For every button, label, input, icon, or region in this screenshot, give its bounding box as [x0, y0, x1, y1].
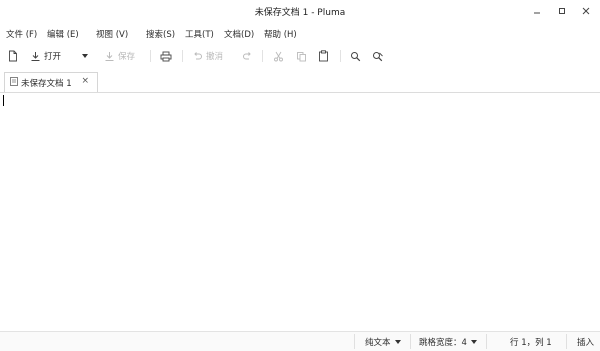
menu-tools[interactable]: 工具(T)	[185, 28, 214, 40]
menu-view[interactable]: 视图 (V)	[96, 28, 128, 40]
tab-label: 未保存文档 1	[21, 78, 72, 89]
window-title: 未保存文档 1 - Pluma	[254, 8, 346, 18]
toolbar-separator	[262, 50, 263, 62]
redo-icon	[242, 51, 253, 62]
undo-label: 撤消	[206, 52, 224, 62]
insert-mode: 插入	[577, 338, 595, 348]
close-icon[interactable]	[578, 3, 594, 19]
menu-edit[interactable]: 编辑 (E)	[47, 28, 79, 40]
title-bar: 未保存文档 1 - Pluma	[0, 0, 600, 22]
redo-button[interactable]	[242, 48, 253, 64]
undo-button[interactable]: 撤消	[192, 48, 223, 64]
toolbar-separator	[340, 50, 341, 62]
cursor-position: 行 1，列 1	[510, 338, 552, 348]
status-separator	[486, 334, 487, 349]
chevron-down-icon	[82, 54, 88, 58]
document-tab-bar: 未保存文档 1 ×	[0, 70, 600, 93]
language-selector[interactable]: 纯文本	[365, 336, 401, 348]
copy-button[interactable]	[296, 48, 307, 64]
search-icon	[350, 51, 361, 62]
toolbar-separator	[150, 50, 151, 62]
tab-untitled-document-1[interactable]: 未保存文档 1 ×	[4, 72, 98, 92]
new-document-button[interactable]	[8, 48, 18, 64]
close-icon[interactable]: ×	[81, 76, 89, 86]
open-label: 打开	[44, 52, 62, 62]
cut-button[interactable]	[273, 48, 284, 64]
document-icon	[10, 76, 18, 89]
find-replace-button[interactable]	[372, 48, 384, 64]
copy-icon	[296, 51, 307, 62]
open-button[interactable]: 打开	[30, 48, 61, 64]
cut-icon	[273, 51, 284, 62]
open-dropdown-button[interactable]	[82, 48, 88, 64]
text-caret	[3, 95, 4, 106]
tab-width-label: 跳格宽度：4	[419, 338, 467, 348]
save-button[interactable]: 保存	[104, 48, 135, 64]
status-separator	[566, 334, 567, 349]
menu-documents[interactable]: 文档(D)	[224, 28, 254, 40]
text-editor[interactable]	[0, 93, 600, 330]
save-label: 保存	[118, 52, 136, 62]
maximize-icon[interactable]	[554, 3, 570, 19]
status-bar: 纯文本 跳格宽度：4 行 1，列 1 插入	[0, 331, 600, 351]
find-button[interactable]	[350, 48, 361, 64]
minimize-icon[interactable]	[529, 3, 545, 19]
print-icon	[160, 51, 172, 62]
toolbar-separator	[182, 50, 183, 62]
paste-icon	[318, 50, 329, 62]
new-document-icon	[8, 50, 18, 62]
print-button[interactable]	[160, 48, 172, 64]
chevron-down-icon	[470, 340, 477, 344]
find-replace-icon	[372, 51, 384, 62]
undo-icon	[192, 51, 203, 62]
status-separator	[410, 334, 411, 349]
menu-search[interactable]: 搜索(S)	[146, 28, 175, 40]
tab-width-selector[interactable]: 跳格宽度：4	[419, 336, 477, 348]
chevron-down-icon	[394, 340, 401, 344]
menu-file[interactable]: 文件 (F)	[6, 28, 37, 40]
menu-bar: 文件 (F) 编辑 (E) 视图 (V) 搜索(S) 工具(T) 文档(D) 帮…	[0, 26, 600, 42]
status-separator	[354, 334, 355, 349]
menu-help[interactable]: 帮助 (H)	[264, 28, 297, 40]
open-icon	[30, 51, 41, 62]
toolbar: 打开 保存 撤消	[0, 46, 600, 66]
language-label: 纯文本	[365, 338, 391, 348]
save-icon	[104, 51, 115, 62]
paste-button[interactable]	[318, 48, 329, 64]
